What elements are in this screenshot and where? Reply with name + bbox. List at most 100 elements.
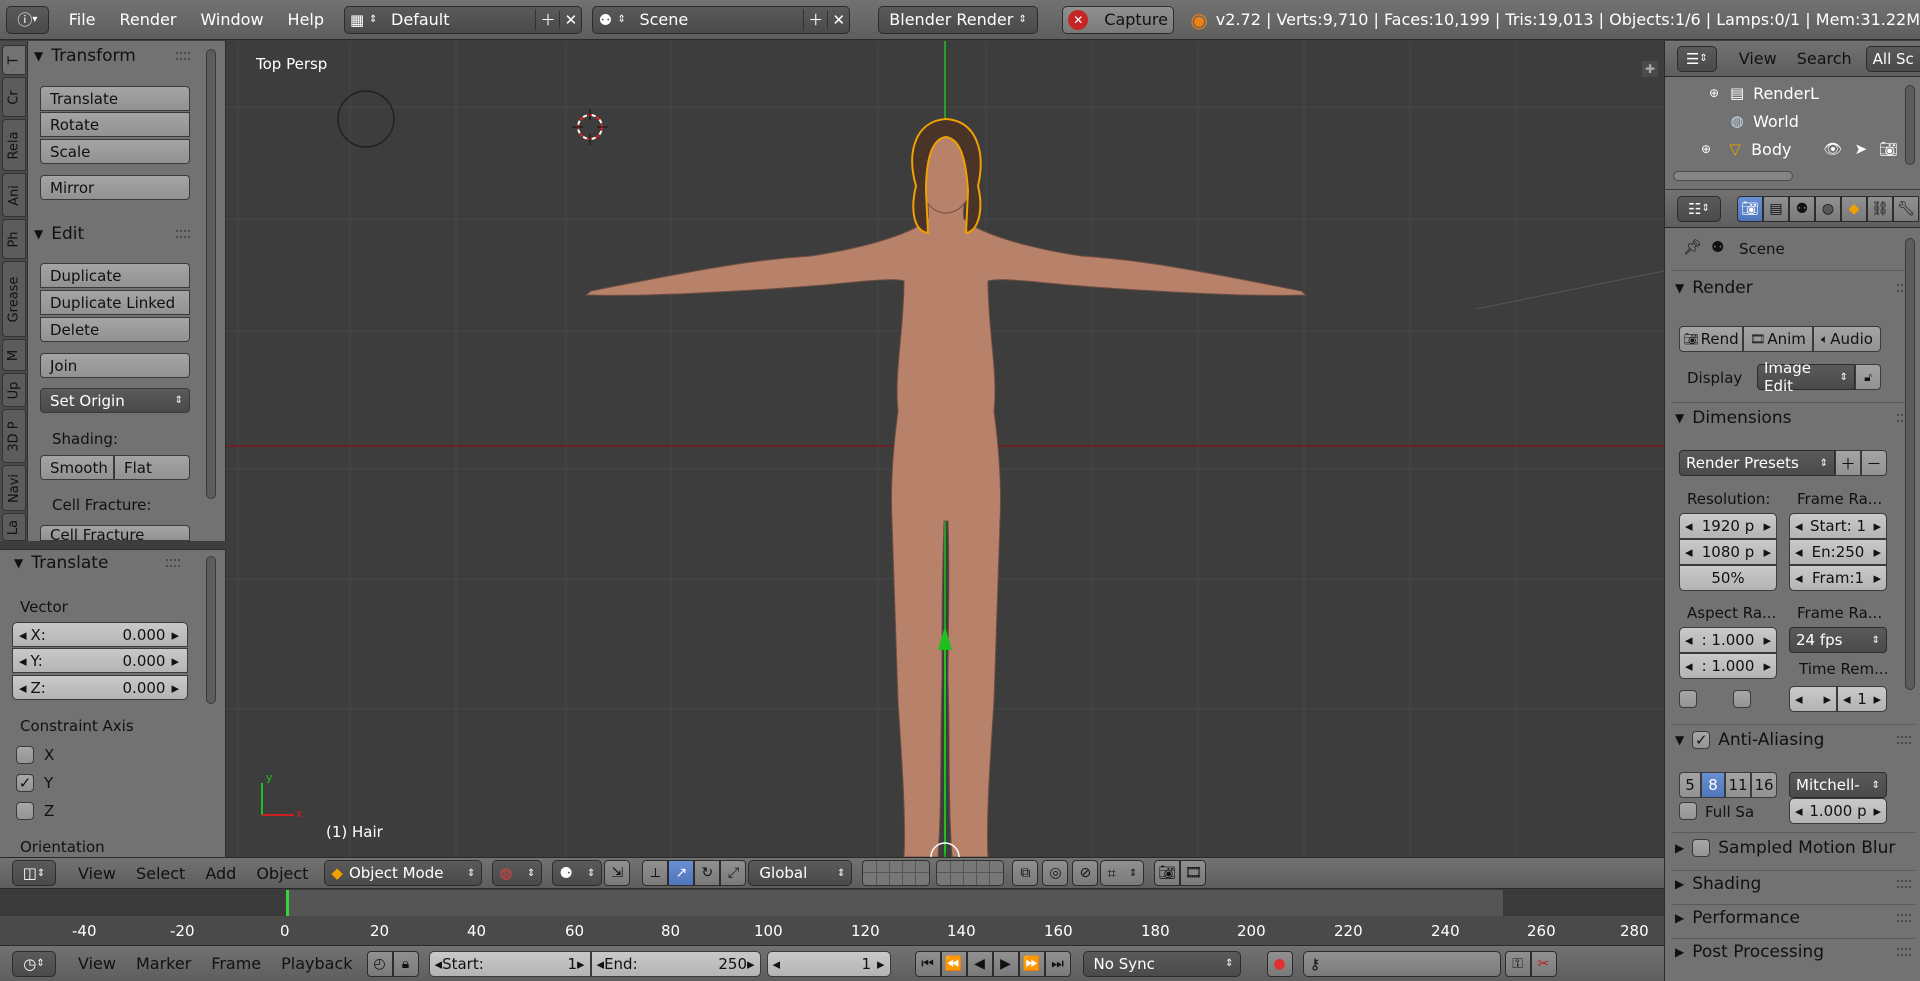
proportional-edit-icon[interactable]: ◎	[1042, 860, 1069, 886]
display-selector[interactable]: Image Edit ⇕	[1757, 359, 1855, 395]
outliner-row-world[interactable]: ◍ World	[1665, 107, 1901, 135]
snap-element-selector[interactable]: ⌗ ⇕	[1100, 860, 1145, 886]
lock-layers-icon[interactable]: ⧉	[1012, 860, 1039, 886]
expand-icon[interactable]: ⊕	[1709, 86, 1719, 100]
rotate-manipulator-toggle-icon[interactable]: ↻	[694, 860, 721, 886]
object-context-icon[interactable]: ◆	[1841, 195, 1867, 222]
scene-selector[interactable]: ⚉ ⇕ Scene ＋ ✕	[592, 5, 851, 34]
scale-manipulator-toggle-icon[interactable]: ⤢	[720, 860, 747, 886]
redo-panel-header[interactable]: ▼ Translate	[14, 550, 194, 576]
jump-keyframe-back-icon[interactable]: ⏪	[940, 950, 967, 977]
tab-animation[interactable]: Ani	[2, 173, 26, 217]
add-preset-button[interactable]: ＋	[1835, 450, 1861, 476]
delete-button[interactable]: Delete	[40, 317, 190, 342]
expand-icon[interactable]: ⊕	[1701, 142, 1711, 156]
outliner-row-body[interactable]: ⊕ ▽ Body 👁︎ ➤ 📷︎	[1665, 135, 1901, 163]
current-frame-field[interactable]: ◂ 1 ▸	[766, 950, 891, 977]
pivot-selector[interactable]: ⚈ ⇕	[552, 860, 603, 886]
lamp-icon[interactable]	[337, 90, 395, 148]
play-reverse-icon[interactable]: ◀	[966, 950, 993, 977]
menu-add[interactable]: Add	[195, 864, 246, 883]
tab-create[interactable]: Cr	[2, 77, 26, 117]
viewport-shading-selector[interactable]: ◍ ⇕	[492, 860, 543, 886]
drag-grip-icon[interactable]	[1897, 948, 1911, 956]
translate-manipulator-toggle-icon[interactable]: ↗	[668, 860, 695, 886]
border-checkbox[interactable]	[1679, 690, 1697, 708]
renderability-camera-icon[interactable]: 📷︎	[1879, 140, 1898, 158]
play-icon[interactable]: ▶	[992, 950, 1019, 977]
mirror-button[interactable]: Mirror	[40, 175, 190, 200]
drag-grip-icon[interactable]	[176, 230, 190, 238]
aa-samples-11[interactable]: 11	[1725, 772, 1751, 798]
aa-samples-5[interactable]: 5	[1679, 772, 1701, 798]
display-mode-selector[interactable]: All Sc	[1865, 45, 1920, 72]
drag-grip-icon[interactable]	[166, 559, 180, 567]
frame-step-field[interactable]: ◂ Fram:1 ▸	[1789, 565, 1887, 591]
render-engine-selector[interactable]: Blender Render ⇕	[878, 5, 1038, 34]
cell-fracture-button[interactable]: Cell Fracture	[40, 525, 190, 544]
animation-button[interactable]: 🎞︎ Anim	[1743, 326, 1813, 352]
duplicate-button[interactable]: Duplicate	[40, 263, 190, 288]
outliner-h-scrollbar[interactable]	[1673, 171, 1793, 181]
aspect-y-field[interactable]: ◂: 1.000 ▸	[1679, 653, 1777, 679]
filter-size-field[interactable]: ◂ 1.000 p ▸	[1789, 798, 1887, 824]
mode-selector[interactable]: ◆ Object Mode ⇕	[324, 860, 483, 886]
vector-z-field[interactable]: ◂ Z: 0.000 ▸	[12, 675, 188, 700]
tab-navigation[interactable]: Navi	[2, 465, 26, 511]
frame-start-field[interactable]: ◂ Start: 1 ▸	[1789, 513, 1887, 539]
render-animation-icon[interactable]: 🎞︎	[1180, 860, 1207, 886]
tab-relations[interactable]: Rela	[2, 119, 26, 171]
constraint-y-checkbox[interactable]: ✓	[16, 774, 34, 792]
tab-up[interactable]: Up	[2, 373, 26, 407]
menu-search[interactable]: Search	[1787, 49, 1862, 68]
render-layers-context-icon[interactable]: ▤	[1763, 195, 1789, 222]
menu-help[interactable]: Help	[276, 10, 336, 29]
vector-y-field[interactable]: ◂ Y: 0.000 ▸	[12, 648, 188, 673]
jump-end-icon[interactable]: ⏭	[1044, 950, 1071, 977]
transform-panel-header[interactable]: ▼ Transform	[34, 43, 204, 69]
menu-view[interactable]: View	[1729, 49, 1787, 68]
sampled-motion-blur-panel-header[interactable]: ▶ Sampled Motion Blur	[1675, 838, 1911, 858]
pin-icon[interactable]: 📌︎	[1683, 238, 1702, 256]
tab-la[interactable]: La	[2, 513, 26, 541]
menu-window[interactable]: Window	[188, 10, 275, 29]
anti-aliasing-panel-header[interactable]: ▼ ✓ Anti-Aliasing	[1675, 730, 1911, 750]
menu-object[interactable]: Object	[246, 864, 318, 883]
menu-frame[interactable]: Frame	[201, 954, 271, 973]
capture-button[interactable]: ✕ Capture	[1061, 5, 1175, 34]
start-frame-field[interactable]: ◂ Start: 1 ▸	[428, 950, 591, 977]
redo-panel-scrollbar[interactable]	[206, 556, 216, 704]
dimensions-panel-header[interactable]: ▼ Dimensions	[1675, 408, 1911, 428]
crop-checkbox[interactable]	[1733, 690, 1751, 708]
edit-panel-header[interactable]: ▼ Edit	[34, 221, 204, 247]
editor-type-button[interactable]: ☷ ⇕	[1677, 195, 1721, 222]
menu-view[interactable]: View	[68, 954, 126, 973]
full-sample-checkbox[interactable]	[1679, 802, 1697, 820]
drag-grip-icon[interactable]	[1897, 880, 1911, 888]
performance-panel-header[interactable]: ▶ Performance	[1675, 908, 1911, 928]
drag-grip-icon[interactable]	[1897, 736, 1911, 744]
3d-viewport[interactable]: y x Top Persp (1) Hair ✚	[226, 41, 1664, 857]
delete-keyframe-icon[interactable]: ✂	[1530, 950, 1557, 977]
render-context-icon[interactable]: 📷︎	[1737, 195, 1763, 222]
menu-playback[interactable]: Playback	[271, 954, 362, 973]
layer-buttons[interactable]	[862, 860, 1005, 886]
menu-marker[interactable]: Marker	[126, 954, 201, 973]
snap-toggle-icon[interactable]: ⊘	[1072, 860, 1099, 886]
menu-file[interactable]: File	[57, 10, 108, 29]
lock-interface-button[interactable]: 🔓︎	[1855, 364, 1881, 390]
keying-set-selector[interactable]: ⚷	[1302, 950, 1501, 977]
screen-layout-selector[interactable]: ▦ ⇕ Default ＋ ✕	[344, 5, 583, 34]
tab-physics[interactable]: Ph	[2, 219, 26, 259]
editor-type-button[interactable]: ◷ ⇕	[12, 950, 56, 977]
tab-tools[interactable]: T	[2, 45, 26, 75]
anti-aliasing-checkbox[interactable]: ✓	[1692, 731, 1711, 749]
remove-preset-button[interactable]: －	[1861, 450, 1887, 476]
constraint-z-checkbox[interactable]	[16, 802, 34, 820]
editor-type-button[interactable]: ⓘ ▾	[6, 5, 49, 34]
constraint-x-checkbox[interactable]	[16, 746, 34, 764]
manipulator-only-locations-icon[interactable]: ⇲	[604, 860, 631, 886]
frame-rate-selector[interactable]: 24 fps ⇕	[1789, 627, 1887, 653]
flat-button[interactable]: Flat	[114, 455, 190, 480]
editor-type-button[interactable]: ☰ ⇕	[1677, 45, 1717, 72]
